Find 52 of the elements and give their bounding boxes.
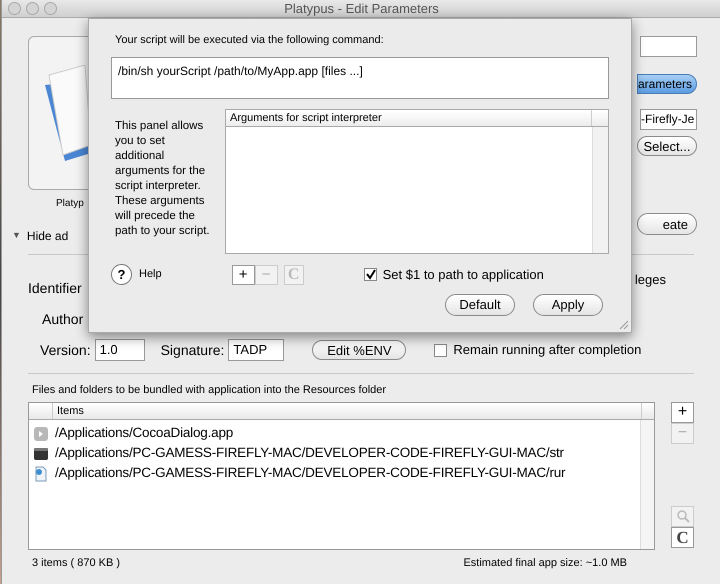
panel-description: This panel allows you to set additional arguments for the script interpreter. These arguments will precede the path to your script. [114,118,211,238]
window-control[interactable] [44,2,57,15]
signature-label: Signature: [160,340,224,360]
window-control[interactable] [8,2,21,15]
file-path: /Applications/CocoaDialog.app [55,424,234,442]
files-label: Files and folders to be bundled with application into the Resources folder [31,383,388,398]
window-control[interactable] [26,2,39,15]
script-path-field[interactable]: -Firefly-Je [640,109,697,130]
checkbox[interactable] [364,268,377,281]
checkmark-icon [364,269,376,280]
version-field[interactable]: 1.0 [94,339,145,361]
window-title: Platypus - Edit Parameters [283,0,440,18]
create-button[interactable]: eate [637,213,697,235]
app-size-estimate: Estimated final app size: ~1.0 MB [463,556,627,570]
help-button[interactable]: ? [111,264,132,285]
signature-field[interactable]: TADP [228,339,284,361]
help-label: Help [139,267,162,282]
icon-label: Platyp [56,197,84,211]
resize-grip-icon [617,318,629,330]
app-icon [33,426,49,442]
edit-env-button[interactable]: Edit %ENV [312,340,406,360]
magnifier-icon [676,509,690,523]
apply-button[interactable]: Apply [533,294,603,316]
parameters-button[interactable]: arameters [637,74,697,94]
checkbox-label: Remain running after completion [453,341,642,360]
disclosure-toggle[interactable]: ▼ Hide ad [12,227,68,245]
disclosure-label: Hide ad [26,228,68,245]
default-button[interactable]: Default [445,294,515,316]
add-button[interactable]: + [232,264,255,284]
checkbox-label: Set $1 to path to application [382,266,544,284]
file-row[interactable]: /Applications/PC-GAMESS-FIREFLY-MAC/DEVELOPER-CODE-FIREFLY-GUI-MAC/rur [29,464,640,484]
identifier-label: Identifier [28,278,82,298]
scrollbar[interactable] [592,126,608,252]
scrollbar[interactable] [640,420,654,548]
command-caption: Your script will be executed via the following command: [115,33,385,48]
privileges-label: leges [634,271,666,290]
disclosure-triangle-icon: ▼ [12,229,21,243]
item-count: 3 items ( 870 KB ) [32,556,120,570]
command-field: /bin/sh yourScript /path/to/MyApp.app [files ...] [111,56,609,98]
text-field[interactable] [640,36,697,57]
clear-button[interactable]: C [671,526,694,548]
file-row[interactable]: /Applications/PC-GAMESS-FIREFLY-MAC/DEVELOPER-CODE-FIREFLY-GUI-MAC/str [29,444,640,464]
add-button[interactable]: + [671,402,694,422]
version-label: Version: [40,340,91,360]
terminal-icon [33,446,49,462]
select-button[interactable]: Select... [637,136,697,156]
checkbox[interactable] [434,344,448,356]
author-label: Author [42,310,84,328]
file-path: /Applications/PC-GAMESS-FIREFLY-MAC/DEVELOPER-CODE-FIREFLY-GUI-MAC/rur [55,464,566,482]
file-path: /Applications/PC-GAMESS-FIREFLY-MAC/DEVELOPER-CODE-FIREFLY-GUI-MAC/str [55,444,564,462]
document-icon [33,466,49,482]
file-row[interactable]: /Applications/CocoaDialog.app [29,424,640,444]
